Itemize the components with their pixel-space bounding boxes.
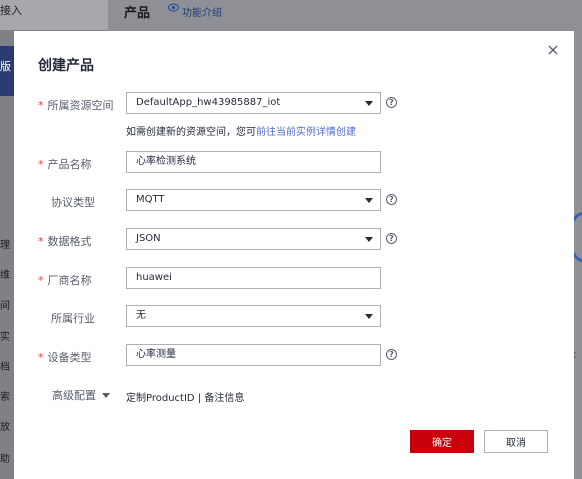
vendor-input[interactable]: huawei (126, 267, 381, 289)
chevron-down-icon (365, 101, 373, 106)
required-mark: * (38, 351, 44, 364)
page-title: 产品 (124, 6, 151, 21)
help-icon[interactable]: ? (386, 233, 397, 244)
data-format-value: JSON (136, 233, 161, 244)
data-format-label-text: 数据格式 (47, 235, 92, 248)
sidebar-active-item[interactable]: 版 (0, 46, 14, 96)
data-format-select[interactable]: JSON (126, 228, 381, 250)
required-mark: * (38, 274, 44, 287)
protocol-value: MQTT (136, 194, 165, 205)
sidebar-header-text: 接入 (0, 4, 22, 17)
sidebar-active-label: 版 (0, 60, 11, 73)
product-name-label: * 产品名称 (38, 156, 128, 172)
help-icon[interactable]: ? (386, 97, 397, 108)
product-name-label-text: 产品名称 (47, 158, 92, 171)
sidebar-item[interactable]: 间 (0, 297, 14, 312)
resource-space-value: DefaultApp_hw43985887_iot (136, 97, 281, 108)
resource-space-hint: 如需创建新的资源空间，您可前往当前实例详情创建 (126, 123, 356, 138)
resource-space-select[interactable]: DefaultApp_hw43985887_iot (126, 92, 381, 114)
data-format-label: * 数据格式 (38, 233, 128, 249)
vendor-label: * 厂商名称 (38, 272, 128, 288)
sidebar-item[interactable]: 放 (0, 418, 14, 433)
industry-label: 所属行业 (38, 310, 128, 326)
required-mark: * (38, 235, 44, 248)
device-type-input[interactable]: 心率测量 (126, 344, 381, 366)
advanced-config-toggle[interactable]: 高级配置 (52, 387, 110, 403)
sidebar-header: 接入 (0, 0, 108, 30)
resource-space-label: * 所属资源空间 (38, 97, 128, 113)
remark-link[interactable]: 备注信息 (204, 393, 244, 404)
feature-intro-link[interactable]: 功能介绍 (182, 4, 222, 19)
product-name-value: 心率检测系统 (136, 156, 196, 167)
industry-select[interactable]: 无 (126, 305, 381, 327)
sidebar-item[interactable]: 实 (0, 328, 14, 343)
confirm-button[interactable]: 确定 (410, 430, 474, 453)
create-product-dialog: 创建产品 * 所属资源空间 DefaultApp_hw43985887_iot ?… (14, 31, 574, 479)
separator: | (194, 393, 205, 404)
caret-down-icon (102, 393, 110, 398)
eye-icon (168, 3, 179, 12)
required-mark: * (38, 158, 44, 171)
custom-product-id-link[interactable]: 定制ProductID (126, 393, 195, 404)
vendor-label-text: 厂商名称 (47, 274, 92, 287)
hint-text: 如需创建新的资源空间，您可 (126, 127, 256, 138)
device-type-label: * 设备类型 (38, 349, 128, 365)
required-mark: * (38, 99, 44, 112)
chevron-down-icon (365, 314, 373, 319)
help-icon[interactable]: ? (386, 349, 397, 360)
product-name-input[interactable]: 心率检测系统 (126, 151, 381, 173)
device-type-value: 心率测量 (136, 349, 176, 360)
sidebar-item[interactable]: 理 (0, 236, 14, 251)
sidebar-item[interactable]: 索 (0, 388, 14, 403)
create-instance-link[interactable]: 前往当前实例详情创建 (256, 127, 356, 138)
cancel-button[interactable]: 取消 (484, 430, 548, 453)
protocol-label: 协议类型 (38, 194, 128, 210)
protocol-label-text: 协议类型 (51, 196, 95, 209)
help-icon[interactable]: ? (386, 194, 397, 205)
device-type-label-text: 设备类型 (47, 351, 92, 364)
advanced-config-label: 高级配置 (52, 389, 96, 402)
sidebar-item[interactable]: 助 (0, 450, 14, 465)
industry-label-text: 所属行业 (51, 312, 95, 325)
advanced-config-items: 定制ProductID | 备注信息 (126, 389, 244, 404)
sidebar-item[interactable]: 维 (0, 266, 14, 281)
close-icon[interactable] (546, 43, 560, 57)
vendor-value: huawei (136, 272, 172, 283)
protocol-select[interactable]: MQTT (126, 189, 381, 211)
resource-space-label-text: 所属资源空间 (47, 99, 114, 112)
sidebar-item[interactable]: 档 (0, 358, 14, 373)
chevron-down-icon (365, 237, 373, 242)
page-header (108, 0, 582, 30)
industry-value: 无 (136, 310, 146, 321)
dialog-title: 创建产品 (38, 58, 94, 74)
chevron-down-icon (365, 198, 373, 203)
